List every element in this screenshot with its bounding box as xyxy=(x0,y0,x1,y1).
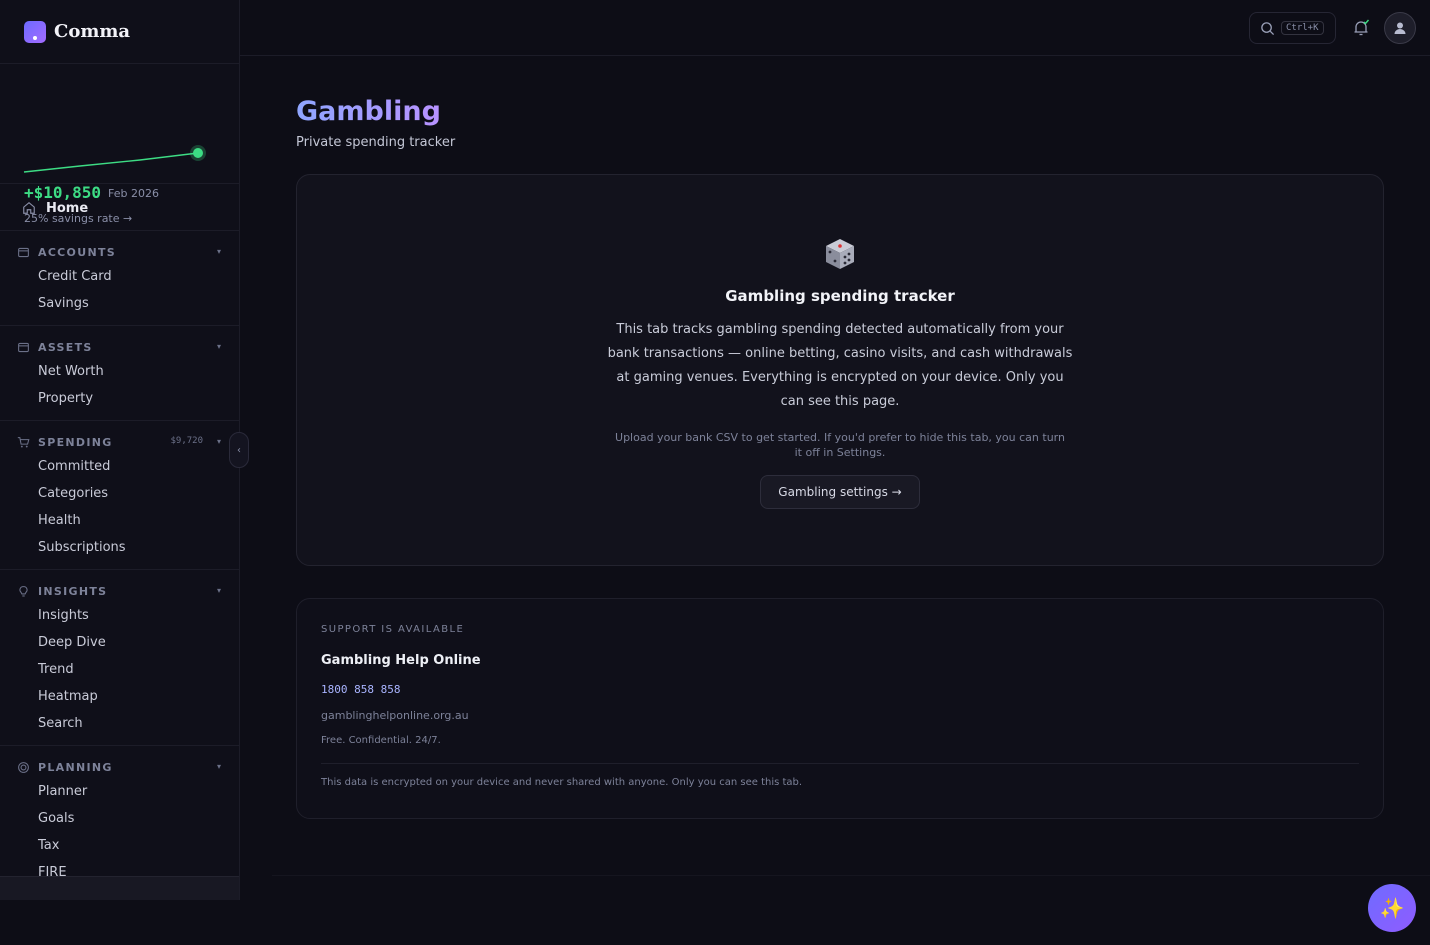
sidebar-item-goals[interactable]: Goals xyxy=(0,805,239,832)
chevron-down-icon[interactable]: ▾ xyxy=(217,342,221,351)
sidebar-item-search[interactable]: Search xyxy=(0,710,239,737)
sidebar-item-tax[interactable]: Tax xyxy=(0,832,239,859)
user-avatar-button[interactable] xyxy=(1384,12,1416,44)
support-kicker: SUPPORT IS AVAILABLE xyxy=(321,624,465,635)
notification-bell-icon[interactable] xyxy=(1352,19,1370,37)
tracker-description: This tab tracks gambling spending detect… xyxy=(607,322,1073,409)
support-org-name: Gambling Help Online xyxy=(321,653,481,668)
support-website-link[interactable]: gamblinghelponline.org.au xyxy=(321,709,469,722)
target-icon xyxy=(18,761,29,773)
sidebar-item-property[interactable]: Property xyxy=(0,385,239,412)
comma-logo-icon xyxy=(24,20,46,43)
wallet-icon xyxy=(18,342,29,352)
sidebar-item-heatmap[interactable]: Heatmap xyxy=(0,683,239,710)
support-availability: Free. Confidential. 24/7. xyxy=(321,735,441,746)
nav-section-planning: PLANNING ▾ Planner Goals Tax FIRE xyxy=(0,745,239,894)
section-title: SPENDING xyxy=(38,435,113,449)
search-shortcut: Ctrl+K xyxy=(1281,21,1324,35)
gambling-settings-button[interactable]: Gambling settings → xyxy=(760,475,920,509)
section-title: PLANNING xyxy=(38,760,113,774)
section-header-assets[interactable]: ASSETS ▾ xyxy=(0,336,239,358)
brand-name: Comma xyxy=(54,21,131,42)
section-title: INSIGHTS xyxy=(38,584,108,598)
sidebar-item-deep-dive[interactable]: Deep Dive xyxy=(0,629,239,656)
privacy-note: This data is encrypted on your device an… xyxy=(321,777,803,788)
section-header-spending[interactable]: SPENDING $9,720 ▾ xyxy=(0,431,239,453)
section-header-accounts[interactable]: ACCOUNTS ▾ xyxy=(0,241,239,263)
sidebar-item-subscriptions[interactable]: Subscriptions xyxy=(0,534,239,561)
chevron-down-icon[interactable]: ▾ xyxy=(217,437,221,446)
savings-amount: +$10,850 xyxy=(24,183,102,202)
sidebar-item-credit-card[interactable]: Credit Card xyxy=(0,263,239,290)
wallet-icon xyxy=(18,247,29,257)
section-title: ASSETS xyxy=(38,340,93,354)
sidebar-item-net-worth[interactable]: Net Worth xyxy=(0,358,239,385)
nav-section-insights: INSIGHTS ▾ Insights Deep Dive Trend Heat… xyxy=(0,569,239,745)
support-card: SUPPORT IS AVAILABLE Gambling Help Onlin… xyxy=(296,598,1384,819)
cart-icon xyxy=(17,436,30,447)
lightbulb-icon xyxy=(19,585,28,596)
dice-icon xyxy=(826,239,854,269)
chevron-down-icon[interactable]: ▾ xyxy=(217,586,221,595)
page-subtitle: Private spending tracker xyxy=(296,135,456,150)
brand[interactable]: Comma xyxy=(0,0,239,64)
section-header-planning[interactable]: PLANNING ▾ xyxy=(0,756,239,778)
savings-rate-link[interactable]: 25% savings rate → xyxy=(24,212,132,225)
divider xyxy=(321,763,1359,764)
sparkle-icon: ✨ xyxy=(1379,896,1405,920)
sidebar-item-trend[interactable]: Trend xyxy=(0,656,239,683)
top-bar: Ctrl+K xyxy=(240,0,1430,56)
section-title: ACCOUNTS xyxy=(38,245,116,259)
nav-section-accounts: ACCOUNTS ▾ Credit Card Savings xyxy=(0,230,239,325)
sidebar-item-health[interactable]: Health xyxy=(0,507,239,534)
nav-section-assets: ASSETS ▾ Net Worth Property xyxy=(0,325,239,420)
sidebar-item-categories[interactable]: Categories xyxy=(0,480,239,507)
sidebar-item-committed[interactable]: Committed xyxy=(0,453,239,480)
sidebar-item-insights[interactable]: Insights xyxy=(0,602,239,629)
nav-section-spending: SPENDING $9,720 ▾ Committed Categories H… xyxy=(0,420,239,569)
sidebar-item-savings[interactable]: Savings xyxy=(0,290,239,317)
page-title: Gambling xyxy=(296,96,441,127)
section-header-insights[interactable]: INSIGHTS ▾ xyxy=(0,580,239,602)
chevron-left-icon: ‹ xyxy=(237,444,241,456)
ai-assistant-button[interactable]: ✨ xyxy=(1368,884,1416,932)
search-icon xyxy=(1261,21,1275,35)
sidebar-item-planner[interactable]: Planner xyxy=(0,778,239,805)
tracker-empty-state-card: Gambling spending tracker This tab track… xyxy=(296,174,1384,566)
chevron-down-icon[interactable]: ▾ xyxy=(217,247,221,256)
tracker-title: Gambling spending tracker xyxy=(725,287,955,305)
support-phone-link[interactable]: 1800 858 858 xyxy=(321,683,400,696)
savings-summary[interactable]: +$10,850 Feb 2026 25% savings rate → xyxy=(0,64,239,225)
user-icon xyxy=(1394,22,1406,34)
footer-divider xyxy=(272,875,1430,876)
savings-date: Feb 2026 xyxy=(108,187,159,200)
spending-total: $9,720 xyxy=(170,436,203,446)
sidebar: Comma +$10,850 Feb 2026 25% savings rate… xyxy=(0,0,240,900)
chevron-down-icon[interactable]: ▾ xyxy=(217,762,221,771)
savings-sparkline xyxy=(23,145,206,173)
sidebar-footer xyxy=(0,876,239,900)
search-button[interactable]: Ctrl+K xyxy=(1249,12,1336,44)
tracker-note: Upload your bank CSV to get started. If … xyxy=(615,431,1065,459)
main-content: Gambling Private spending tracker Gambli… xyxy=(240,56,1430,945)
sidebar-collapse-button[interactable]: ‹ xyxy=(229,432,249,468)
